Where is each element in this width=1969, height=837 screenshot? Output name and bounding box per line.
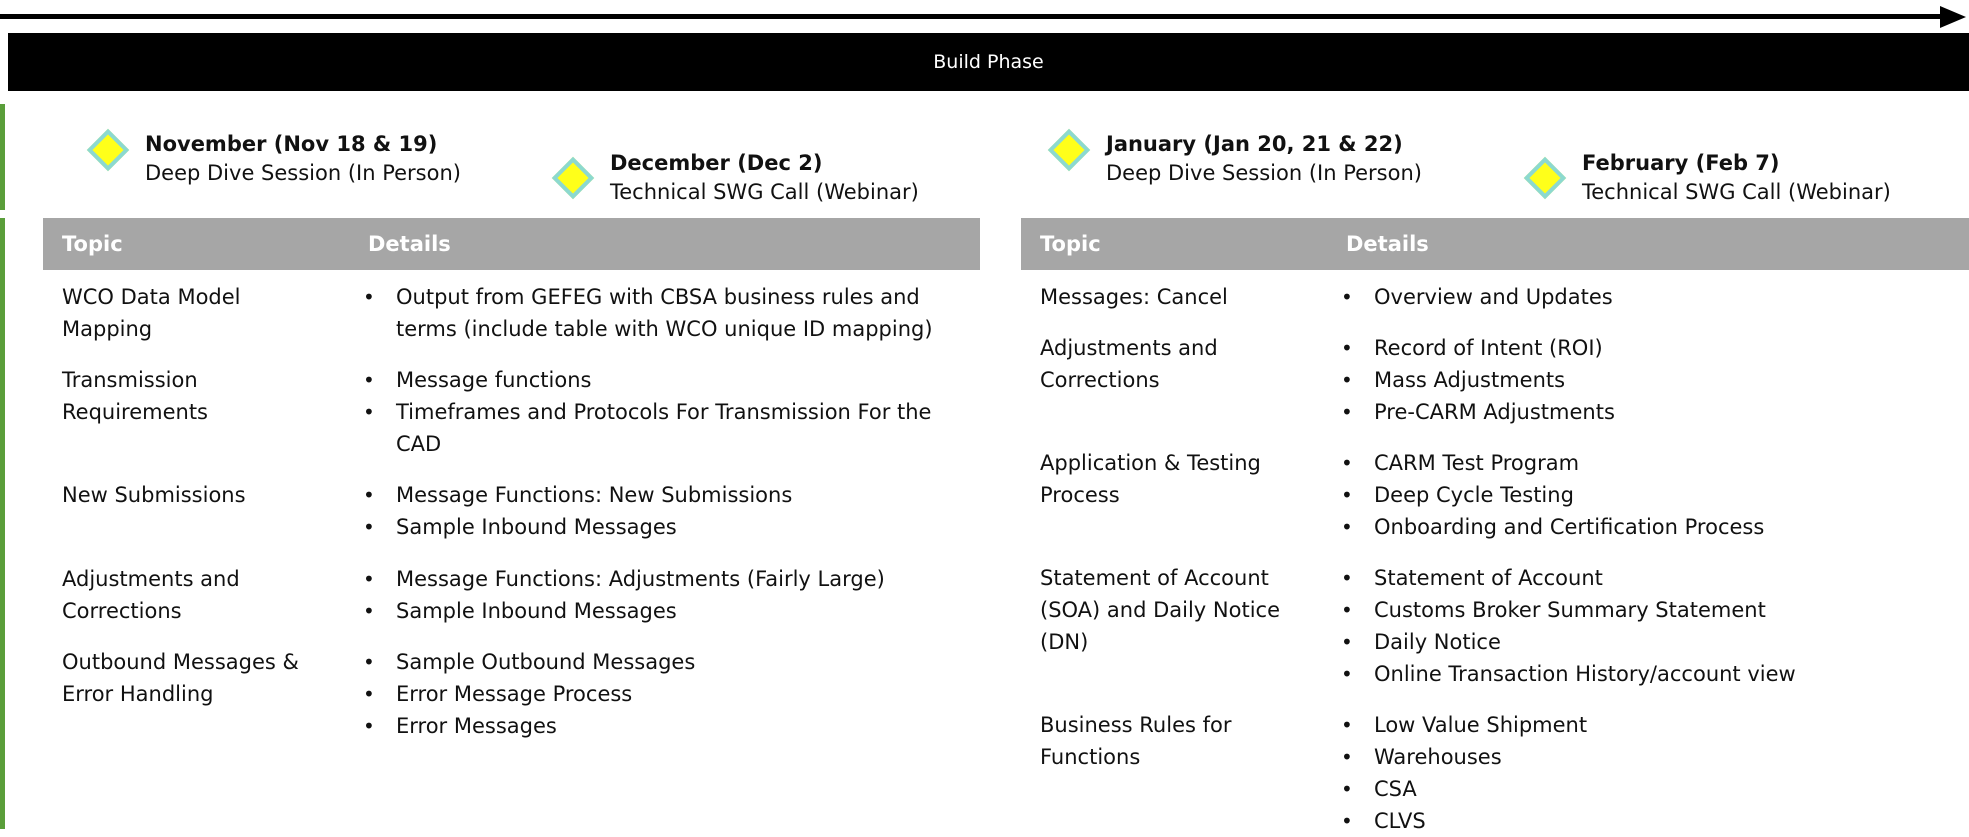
right-header-topic: Topic bbox=[1040, 232, 1101, 256]
left-header-details: Details bbox=[368, 232, 451, 256]
right-row-1-topic: Adjustments and Corrections bbox=[1040, 336, 1218, 392]
green-accent-bar-top bbox=[0, 104, 5, 210]
right-row-3-topic: Statement of Account (SOA) and Daily Not… bbox=[1040, 566, 1281, 654]
list-item: • Low Value Shipment bbox=[1341, 713, 1588, 737]
right-row-4-details: • Low Value Shipment • Warehouses • CSA • CL… bbox=[1338, 709, 1958, 837]
left-row-4-details: • Sample Outbound Messages • Error Message… bbox=[360, 646, 965, 742]
milestone-title: December (Dec 2) bbox=[610, 151, 823, 175]
milestone-title: February (Feb 7) bbox=[1582, 151, 1780, 175]
left-row-1-details: • Message functions • Timeframes and Proto… bbox=[360, 364, 965, 460]
right-row-4-topic: Business Rules for Functions bbox=[1040, 713, 1232, 769]
list-item: • Error Messages bbox=[363, 714, 557, 738]
right-table-header: Topic Details bbox=[1021, 218, 1969, 270]
milestone-diamond-icon bbox=[1047, 128, 1091, 172]
left-row-2-topic: New Submissions bbox=[62, 483, 246, 507]
right-row-3-details: • Statement of Account • Customs Broker Su… bbox=[1338, 562, 1958, 690]
left-row-3-details: • Message Functions: Adjustments (Fairly … bbox=[360, 563, 965, 627]
list-item: • Record of Intent (ROI) bbox=[1341, 336, 1603, 360]
milestone-february: February (Feb 7) Technical SWG Call (Web… bbox=[1523, 151, 1891, 207]
left-header-topic: Topic bbox=[62, 232, 123, 256]
left-table-header: Topic Details bbox=[43, 218, 980, 270]
right-row-0-details: • Overview and Updates bbox=[1338, 281, 1958, 313]
list-item: • Statement of Account bbox=[1341, 566, 1603, 590]
phase-bar: Build Phase bbox=[8, 33, 1969, 91]
list-item: • Warehouses bbox=[1341, 745, 1502, 769]
list-item: • Daily Notice bbox=[1341, 630, 1501, 654]
right-row-1-details: • Record of Intent (ROI) • Mass Adjustment… bbox=[1338, 332, 1958, 428]
list-item: • Sample Inbound Messages bbox=[363, 515, 677, 539]
left-row-0-details: • Output from GEFEG with CBSA business ru… bbox=[360, 281, 965, 345]
milestone-january: January (Jan 20, 21 & 22) Deep Dive Sess… bbox=[1047, 128, 1422, 188]
list-item: • CARM Test Program bbox=[1341, 451, 1580, 475]
list-item: • CSA bbox=[1341, 777, 1417, 801]
milestone-subtitle: Technical SWG Call (Webinar) bbox=[610, 180, 919, 204]
phase-title: Build Phase bbox=[933, 51, 1044, 73]
list-item: • Message functions bbox=[363, 368, 592, 392]
list-item: • Output from GEFEG with CBSA business ru… bbox=[363, 285, 933, 341]
list-item: • Sample Outbound Messages bbox=[363, 650, 696, 674]
list-item: • Deep Cycle Testing bbox=[1341, 483, 1574, 507]
timeline-arrow-head bbox=[1940, 6, 1966, 28]
list-item: • Onboarding and Certification Process bbox=[1341, 515, 1765, 539]
milestone-subtitle: Technical SWG Call (Webinar) bbox=[1582, 180, 1891, 204]
list-item: • Error Message Process bbox=[363, 682, 633, 706]
left-row-1-topic: Transmission Requirements bbox=[62, 368, 208, 424]
list-item: • Online Transaction History/account view bbox=[1341, 662, 1796, 686]
timeline-arrow-line bbox=[0, 14, 1945, 19]
list-item: • Sample Inbound Messages bbox=[363, 599, 677, 623]
right-row-2-details: • CARM Test Program • Deep Cycle Testing •… bbox=[1338, 447, 1958, 543]
milestone-subtitle: Deep Dive Session (In Person) bbox=[1106, 161, 1422, 185]
left-row-3-topic: Adjustments and Corrections bbox=[62, 567, 240, 623]
milestone-november: November (Nov 18 & 19) Deep Dive Session… bbox=[86, 128, 461, 188]
list-item: • Overview and Updates bbox=[1341, 285, 1613, 309]
milestone-diamond-icon bbox=[86, 128, 130, 172]
left-row-0-topic: WCO Data Model Mapping bbox=[62, 285, 241, 341]
right-row-0-topic: Messages: Cancel bbox=[1040, 285, 1228, 309]
list-item: • Timeframes and Protocols For Transmissi… bbox=[363, 400, 932, 456]
milestone-diamond-icon bbox=[1523, 156, 1567, 200]
left-row-4-topic: Outbound Messages & Error Handling bbox=[62, 650, 299, 706]
milestone-title: January (Jan 20, 21 & 22) bbox=[1106, 132, 1403, 156]
right-header-details: Details bbox=[1346, 232, 1429, 256]
milestone-december: December (Dec 2) Technical SWG Call (Web… bbox=[551, 151, 919, 207]
milestone-diamond-icon bbox=[551, 156, 595, 200]
list-item: • Pre-CARM Adjustments bbox=[1341, 400, 1615, 424]
list-item: • Mass Adjustments bbox=[1341, 368, 1566, 392]
list-item: • Message Functions: Adjustments (Fairly … bbox=[363, 567, 885, 591]
left-row-2-details: • Message Functions: New Submissions • Sam… bbox=[360, 479, 965, 543]
list-item: • Customs Broker Summary Statement bbox=[1341, 598, 1766, 622]
list-item: • CLVS bbox=[1341, 809, 1426, 833]
right-row-2-topic: Application & Testing Process bbox=[1040, 451, 1261, 507]
green-accent-bar-bottom bbox=[0, 218, 5, 829]
milestone-subtitle: Deep Dive Session (In Person) bbox=[145, 161, 461, 185]
list-item: • Message Functions: New Submissions bbox=[363, 483, 793, 507]
milestone-title: November (Nov 18 & 19) bbox=[145, 132, 438, 156]
